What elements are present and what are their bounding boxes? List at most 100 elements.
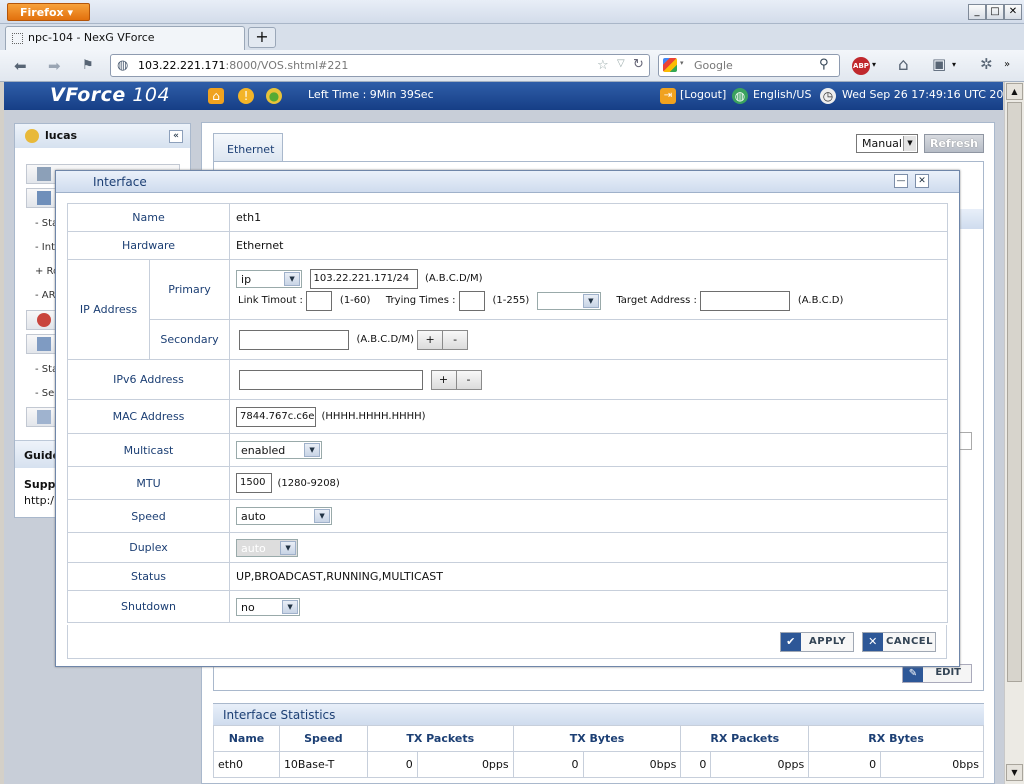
adblock-dropdown-icon[interactable]: ▾ [872, 60, 876, 69]
support-link[interactable]: http:/ [24, 494, 54, 507]
language-link[interactable]: English/US [753, 88, 811, 101]
speed-select[interactable]: auto ▼ [236, 507, 333, 525]
multicast-label: Multicast [66, 433, 231, 467]
scroll-down-icon[interactable]: ▼ [1006, 764, 1023, 781]
ipv6-input[interactable] [239, 369, 424, 390]
status-value: UP,BROADCAST,RUNNING,MULTICAST [229, 562, 949, 591]
google-engine-icon[interactable] [663, 58, 677, 72]
check-icon: ✔ [781, 633, 801, 651]
status-label: Status [66, 562, 231, 591]
mac-input[interactable]: 7844.767c.c6ec [236, 406, 317, 427]
ipv6-cell: + - [229, 359, 949, 400]
logout-icon[interactable]: ⇥ [660, 88, 676, 104]
adblock-icon[interactable]: ABP [852, 57, 870, 75]
interface-dialog: Interface — ✕ Name eth1 Hardware Etherne… [55, 170, 960, 667]
search-box[interactable]: ▾ Google ⚲ [658, 54, 840, 77]
user-icon[interactable]: ● [266, 88, 282, 104]
engine-dropdown-icon[interactable]: ▾ [680, 59, 684, 67]
primary-label: Primary [148, 259, 231, 320]
alarm-icon[interactable]: ! [238, 88, 254, 104]
search-placeholder: Google [694, 59, 733, 72]
page-scrollbar[interactable]: ▲ ▼ [1004, 82, 1024, 784]
mtu-input[interactable]: 1500 [236, 473, 273, 493]
apply-label: APPLY [809, 636, 846, 647]
minimize-window-button[interactable]: _ [968, 4, 986, 20]
app-header: VForce 104 ⌂ ! ● Left Time : 9Min 39Sec … [4, 82, 1017, 110]
collapse-sidebar-button[interactable]: « [169, 130, 183, 143]
primary-ip-input[interactable]: 103.22.221.171/24 [309, 268, 418, 289]
bookmarks-icon[interactable]: ▣ [932, 55, 946, 73]
row-control[interactable] [958, 432, 972, 450]
col-speed: Speed [278, 725, 368, 752]
target-address-input[interactable] [700, 290, 791, 311]
mode-value: Manual [862, 137, 902, 150]
sidebar-subitem[interactable]: - Se [35, 388, 54, 399]
cancel-button[interactable]: ✕ CANCEL [862, 632, 936, 652]
hardware-label: Hardware [66, 231, 231, 260]
close-dialog-icon[interactable]: ✕ [915, 174, 929, 188]
url-bar[interactable]: ◍ 103.22.221.171:8000/VOS.shtml#221 ☆ ▽ … [110, 54, 650, 77]
forward-icon[interactable]: ➡ [48, 57, 61, 75]
stats-header-row: Name Speed TX Packets TX Bytes RX Packet… [213, 725, 984, 752]
form-row-status: Status UP,BROADCAST,RUNNING,MULTICAST [66, 562, 949, 591]
close-window-button[interactable]: ✕ [1004, 4, 1022, 20]
back-icon[interactable]: ⬅ [14, 57, 27, 75]
dialog-titlebar[interactable]: Interface — ✕ [56, 171, 959, 193]
url-history-dropdown-icon[interactable]: ▽ [617, 58, 625, 69]
logout-link[interactable]: [Logout] [680, 88, 726, 101]
home-icon[interactable]: ⌂ [898, 55, 909, 75]
sidebar-subitem[interactable]: - AR [35, 290, 56, 301]
minimize-dialog-icon[interactable]: — [894, 174, 908, 188]
toolbar-overflow-icon[interactable]: » [1004, 59, 1010, 70]
trying-times-label: Trying Times : [385, 295, 456, 306]
trying-times-select[interactable]: ▼ [536, 291, 601, 310]
remove-secondary-button[interactable]: - [442, 329, 469, 350]
browser-tabstrip: npc-104 - NexG VForce + [0, 24, 1024, 50]
maximize-window-button[interactable]: □ [986, 4, 1004, 20]
scroll-thumb[interactable] [1007, 102, 1022, 682]
ip-type-select[interactable]: ip ▼ [236, 269, 303, 288]
home-nav-icon[interactable]: ⌂ [208, 88, 224, 104]
reload-icon[interactable]: ↻ [633, 57, 644, 72]
target-address-hint: (A.B.C.D) [797, 295, 844, 306]
multicast-select[interactable]: enabled ▼ [236, 441, 323, 459]
scroll-up-icon[interactable]: ▲ [1006, 83, 1023, 100]
search-icon[interactable]: ⚲ [819, 57, 829, 72]
bookmark-star-icon[interactable]: ☆ [597, 58, 609, 73]
duplex-cell: auto ▼ [229, 532, 949, 563]
form-row-multicast: Multicast enabled ▼ [66, 433, 949, 467]
mac-cell: 7844.767c.c6ec (HHHH.HHHH.HHHH) [229, 399, 949, 434]
secondary-ip-input[interactable] [239, 329, 350, 350]
chevron-down-icon: ▼ [314, 509, 331, 523]
speed-label: Speed [66, 499, 231, 533]
refresh-button[interactable]: Refresh [924, 134, 984, 153]
shutdown-select[interactable]: no ▼ [236, 597, 301, 616]
primary-ip-line: ip ▼ 103.22.221.171/24 (A.B.C.D/M) [236, 265, 947, 291]
trying-times-input[interactable] [458, 290, 485, 311]
link-timeout-input[interactable] [306, 290, 333, 311]
name-label: Name [66, 203, 231, 232]
chevron-down-icon: ▼ [903, 136, 916, 151]
apply-button[interactable]: ✔ APPLY [780, 632, 854, 652]
tab-ethernet[interactable]: Ethernet [213, 133, 283, 161]
add-ipv6-button[interactable]: + [430, 369, 457, 390]
extension-icon[interactable]: ✲ [980, 55, 993, 73]
bookmarks-dropdown-icon[interactable]: ▾ [952, 60, 956, 69]
session-time-left: Left Time : 9Min 39Sec [308, 88, 434, 101]
system-datetime: Wed Sep 26 17:49:16 UTC 2012 [842, 88, 1018, 101]
browser-tab[interactable]: npc-104 - NexG VForce [5, 26, 245, 50]
identity-icon[interactable]: ⚑ [82, 58, 94, 73]
new-tab-button[interactable]: + [248, 27, 276, 48]
sidebar-subitem[interactable]: - Int [35, 242, 55, 253]
chevron-down-icon: ▼ [280, 540, 297, 555]
multicast-cell: enabled ▼ [229, 433, 949, 467]
primary-ip-hint: (A.B.C.D/M) [425, 273, 483, 284]
remove-ipv6-button[interactable]: - [455, 369, 482, 390]
system-icon [37, 167, 51, 181]
duplex-label: Duplex [66, 532, 231, 563]
firefox-menu-button[interactable]: Firefox ▾ [7, 3, 90, 21]
edit-label: EDIT [935, 667, 961, 678]
mode-select[interactable]: Manual ▼ [856, 134, 918, 153]
monitor-icon [37, 337, 51, 351]
add-secondary-button[interactable]: + [417, 329, 444, 350]
